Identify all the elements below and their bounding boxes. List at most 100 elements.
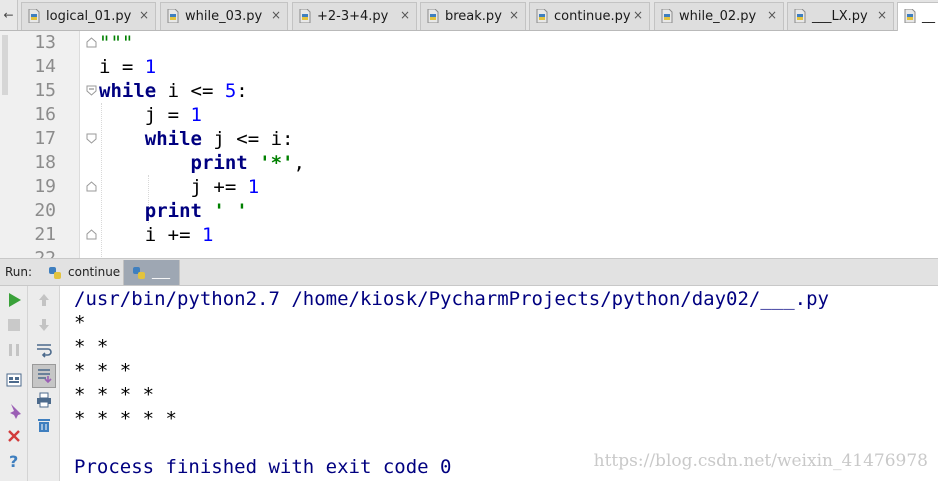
- run-toolbar-primary: ?: [0, 286, 28, 481]
- line-number: 16: [34, 104, 56, 125]
- tab-label: continue.py: [554, 9, 631, 24]
- code-keyword: while: [99, 80, 157, 102]
- code-editor[interactable]: 13 14 15 16 17 18 19 20 21 22 """ i = 1 …: [0, 31, 938, 258]
- fold-start-icon[interactable]: [86, 133, 97, 144]
- tab-continue[interactable]: continue.py ×: [529, 2, 650, 30]
- close-icon[interactable]: ×: [633, 8, 643, 22]
- svg-text:?: ?: [9, 452, 18, 470]
- close-icon[interactable]: [5, 427, 23, 445]
- tab-logical-01[interactable]: logical_01.py ×: [21, 2, 156, 30]
- run-tab-current[interactable]: ___: [124, 260, 180, 285]
- tab-lx[interactable]: ___LX.py ×: [787, 2, 894, 30]
- code-line: j += 1: [99, 175, 260, 199]
- scroll-to-end-icon: [38, 369, 52, 384]
- trash-icon[interactable]: [35, 416, 53, 434]
- line-number: 17: [34, 128, 56, 149]
- fold-end-icon[interactable]: [86, 181, 97, 192]
- code-keyword: while: [99, 128, 202, 150]
- line-number: 22: [22, 247, 56, 258]
- python-file-icon: [661, 9, 673, 23]
- code-text: j <= i:: [201, 128, 294, 150]
- print-icon[interactable]: [35, 391, 53, 409]
- tab-label: logical_01.py: [46, 9, 132, 24]
- code-number: 1: [247, 176, 260, 198]
- tab-label: ___LX.py: [812, 9, 868, 24]
- run-tab-label: ___: [152, 265, 170, 279]
- tab-current[interactable]: __: [897, 2, 938, 31]
- code-text: i =: [99, 56, 145, 78]
- fold-end-icon[interactable]: [86, 37, 97, 48]
- close-icon[interactable]: ×: [877, 8, 887, 22]
- tab-label: break.py: [445, 9, 502, 24]
- line-number: 20: [34, 200, 56, 221]
- python-run-icon: [133, 267, 145, 279]
- console-output-line: * *: [74, 336, 109, 358]
- run-tool-window-header: Run: continue ___: [0, 258, 938, 286]
- tab-label: while_02.py: [679, 9, 757, 24]
- console-output-line: * * *: [74, 360, 132, 382]
- editor-tab-bar: ← logical_01.py × while_03.py × +2-3+4.p…: [0, 0, 938, 31]
- close-icon[interactable]: ×: [767, 8, 777, 22]
- code-text: i <=: [156, 80, 225, 102]
- run-tab-continue[interactable]: continue: [40, 260, 124, 285]
- code-line: i += 1: [99, 223, 214, 247]
- rerun-icon[interactable]: [5, 291, 23, 309]
- line-number: 18: [34, 152, 56, 173]
- code-text: j +=: [99, 176, 248, 198]
- pause-icon[interactable]: [5, 341, 23, 359]
- code-text: j =: [99, 104, 191, 126]
- tab-while-02[interactable]: while_02.py ×: [654, 2, 784, 30]
- code-line: while j <= i:: [99, 127, 294, 151]
- code-number: 5: [224, 80, 237, 102]
- code-string: ' ': [213, 200, 248, 222]
- code-text: ,: [293, 152, 305, 174]
- close-icon[interactable]: ×: [139, 8, 149, 22]
- line-number: 19: [34, 176, 56, 197]
- code-text: """: [99, 32, 134, 54]
- run-tab-label: continue: [68, 265, 121, 279]
- tab-scroll-left-button[interactable]: ←: [0, 0, 18, 30]
- line-number: 15: [34, 80, 56, 101]
- code-line: print '*',: [99, 151, 305, 175]
- code-line: while i <= 5:: [99, 79, 248, 103]
- python-file-icon: [904, 9, 916, 23]
- tab-plus2-minus3-plus4[interactable]: +2-3+4.py ×: [292, 2, 417, 30]
- scroll-to-end-button[interactable]: [32, 364, 56, 388]
- code-string: '*': [259, 152, 294, 174]
- stop-icon[interactable]: [5, 316, 23, 334]
- restore-layout-icon[interactable]: [5, 371, 23, 389]
- run-label: Run:: [5, 265, 33, 279]
- arrow-down-icon[interactable]: [35, 316, 53, 334]
- code-text: :: [236, 80, 248, 102]
- tab-while-03[interactable]: while_03.py ×: [160, 2, 288, 30]
- code-line: i = 1: [99, 55, 156, 79]
- python-file-icon: [28, 9, 40, 23]
- arrow-up-icon[interactable]: [35, 291, 53, 309]
- python-file-icon: [167, 9, 179, 23]
- watermark-text: https://blog.csdn.net/weixin_41476978: [593, 451, 928, 471]
- close-icon[interactable]: ×: [400, 8, 410, 22]
- pin-icon[interactable]: [5, 402, 23, 420]
- console-output-line: *: [74, 312, 86, 334]
- fold-start-icon[interactable]: [86, 85, 97, 96]
- code-line: """: [99, 31, 133, 55]
- code-text: i +=: [99, 224, 202, 246]
- soft-wrap-icon[interactable]: [35, 341, 53, 359]
- tab-break[interactable]: break.py ×: [420, 2, 526, 30]
- console-exit-message: Process finished with exit code 0: [74, 456, 452, 478]
- code-keyword: print: [99, 200, 202, 222]
- tab-label: __: [922, 9, 935, 24]
- help-icon[interactable]: ?: [5, 452, 23, 470]
- code-number: 1: [201, 224, 214, 246]
- close-icon[interactable]: ×: [509, 8, 519, 22]
- console-output-line: * * * *: [74, 384, 155, 406]
- close-icon[interactable]: ×: [271, 8, 281, 22]
- console-command-line: /usr/bin/python2.7 /home/kiosk/PycharmPr…: [74, 288, 829, 310]
- fold-end-icon[interactable]: [86, 229, 97, 240]
- code-line: j = 1: [99, 103, 202, 127]
- python-run-icon: [49, 267, 61, 279]
- code-keyword: print: [99, 152, 248, 174]
- line-number: 14: [34, 56, 56, 77]
- code-number: 1: [190, 104, 202, 126]
